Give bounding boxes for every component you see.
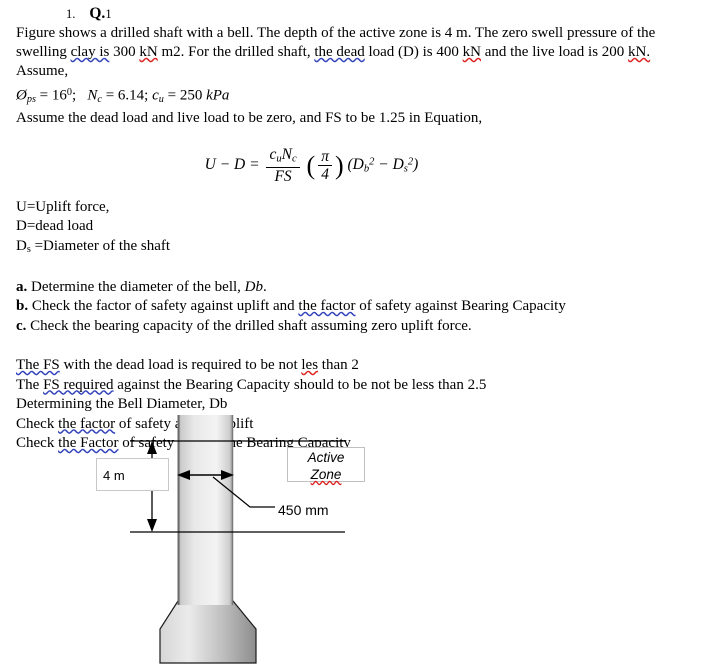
list-number: 1.	[66, 7, 76, 21]
uplift-equation: U − D = cuNc FS (π 4) (Db2 − Ds2)	[0, 145, 703, 185]
separator-1: ;	[71, 87, 80, 104]
bell-shape	[159, 600, 257, 664]
depth-arrow-up	[147, 441, 157, 454]
diameters-open: (D	[347, 155, 364, 173]
grammar-error-the-fs: The FS	[16, 357, 60, 374]
equals-3: =	[167, 87, 180, 104]
shaft-shape	[178, 415, 233, 605]
fraction-denominator: FS	[274, 167, 292, 185]
question-label: Q.	[89, 5, 106, 22]
phi-value: 16	[51, 87, 67, 104]
separator-2: ;	[144, 87, 153, 104]
note-2-post: against the Bearing Capacity should to b…	[113, 376, 487, 393]
ds-def-sub: s	[26, 244, 31, 256]
assume-text: Assume the dead load and live load to be…	[16, 110, 483, 127]
task-list: a. Determine the diameter of the bell, D…	[0, 278, 703, 337]
cu-unit: kPa	[206, 87, 230, 104]
cu-subscript: u	[158, 93, 164, 105]
equals-2: =	[105, 87, 118, 104]
depth-arrow-down	[147, 519, 157, 532]
nc-symbol: N	[87, 87, 98, 104]
active-zone-line-2: Zone	[310, 467, 342, 482]
question-heading: 1. Q.1	[0, 4, 703, 24]
symbol-definitions: U=Uplift force, D=dead load Ds =Diameter…	[0, 198, 703, 260]
note-3-pre: Determining the Bell Diameter, Db	[16, 396, 228, 413]
depth-label-box: 4 m	[96, 458, 169, 491]
active-zone-line-1: Active	[307, 450, 345, 465]
grammar-error-the-dead: the dead	[314, 44, 365, 61]
grammar-error-clay-is: clay is	[70, 44, 110, 61]
grammar-error-the-factor: the factor	[298, 298, 356, 315]
spelling-error-kn-3: kN.	[628, 44, 651, 61]
phi-symbol: Ø	[16, 87, 27, 104]
note-line-1: The FS with the dead load is required to…	[16, 356, 703, 376]
paragraph-seg-7: load (D) is 400	[364, 44, 463, 61]
task-tail-a: .	[263, 278, 267, 295]
assume-line: Assume the dead load and live load to be…	[0, 109, 703, 128]
open-paren-pi: (	[306, 150, 316, 180]
phi-subscript: ps	[26, 93, 36, 105]
four-value: 4	[321, 165, 329, 183]
task-italic-a: Db	[244, 278, 264, 295]
task-letter-a: a.	[16, 278, 28, 295]
task-letter-c: c.	[16, 317, 27, 334]
diameters-close: )	[413, 155, 419, 173]
task-item-a: a. Determine the diameter of the bell, D…	[16, 278, 703, 298]
given-values-line: Øps = 160; Nc = 6.14; cu = 250 kPa	[0, 82, 703, 110]
task-letter-b: b.	[16, 298, 29, 315]
note-1-post: with the dead load is required to be not	[59, 357, 302, 374]
spelling-error-kn-2: kN	[462, 44, 481, 61]
active-zone-label-box: Active Zone	[287, 447, 365, 482]
close-paren-pi: )	[334, 150, 344, 180]
task-text-b: Check the factor of safety against uplif…	[28, 298, 299, 315]
equals-1: =	[39, 87, 52, 104]
paragraph-seg-9: and the live load is 200	[480, 44, 629, 61]
definition-dead-load: D=dead load	[16, 218, 94, 235]
pi-symbol: π	[318, 149, 332, 166]
task-item-c: c. Check the bearing capacity of the dri…	[16, 317, 703, 337]
paragraph-seg-5: m2. For the drilled shaft,	[157, 44, 315, 61]
pi-over-four: π4	[318, 149, 332, 182]
task-text-c: Check the bearing capacity of the drille…	[26, 317, 472, 334]
cu-symbol: c	[152, 87, 159, 104]
question-index: 1	[105, 7, 112, 21]
diameters-minus: − D	[374, 155, 404, 173]
task-item-b: b. Check the factor of safety against up…	[16, 297, 703, 317]
nc-num-sub: c	[291, 152, 297, 164]
paragraph-seg-11: Assume,	[16, 63, 69, 80]
paragraph-seg-3: 300	[109, 44, 140, 61]
task-tail-b: of safety against Bearing Capacity	[355, 298, 566, 315]
equation-fraction: cuNc FS	[266, 145, 300, 185]
note-2-pre: The	[16, 376, 44, 393]
cu-value: 250	[179, 87, 203, 104]
note-line-3: Determining the Bell Diameter, Db	[16, 395, 703, 415]
equation-lhs: U − D =	[204, 155, 260, 173]
definition-uplift: U=Uplift force,	[16, 198, 110, 215]
fraction-numerator: cuNc	[266, 145, 300, 168]
definition-shaft-diameter: Ds =Diameter of the shaft	[16, 237, 171, 256]
depth-label-text: 4 m	[103, 468, 125, 483]
problem-paragraph: Figure shows a drilled shaft with a bell…	[0, 24, 703, 82]
grammar-error-fs-required: FS required	[43, 376, 114, 393]
note-1-post2: than 2	[318, 357, 359, 374]
nc-value: 6.14	[117, 87, 145, 104]
diameter-label: 450 mm	[278, 502, 329, 518]
spelling-error-les: les	[301, 357, 319, 374]
nc-subscript: c	[97, 93, 102, 105]
nc-num: N	[281, 145, 292, 163]
document-body: 1. Q.1 Figure shows a drilled shaft with …	[0, 0, 703, 454]
task-text-a: Determine the diameter of the bell,	[27, 278, 245, 295]
note-line-2: The FS required against the Bearing Capa…	[16, 376, 703, 396]
spelling-error-kn-1: kN	[139, 44, 158, 61]
equation-inline: U − D = cuNc FS (π 4) (Db2 − Ds2)	[204, 145, 419, 185]
